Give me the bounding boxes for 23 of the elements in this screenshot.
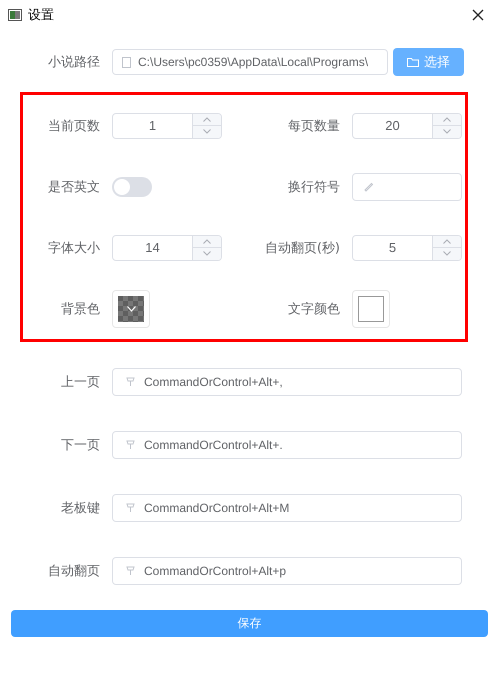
field-label: 上一页: [60, 374, 101, 390]
field-label: 下一页: [60, 436, 101, 454]
shortcut-field[interactable]: CommandOrControl+Alt+p: [112, 556, 462, 584]
field-label: 小说路径: [47, 54, 101, 71]
field-label: 文字颜色: [287, 300, 341, 318]
field-label: 是否英文: [47, 178, 101, 196]
number-field[interactable]: 5: [352, 234, 462, 260]
field-label: 背景色: [60, 300, 101, 318]
field-label: 每页数量: [287, 118, 341, 134]
number-field[interactable]: 20: [352, 112, 462, 138]
shortcut-field[interactable]: CommandOrControl+Alt+M: [112, 494, 462, 522]
number-field[interactable]: 14: [112, 234, 222, 260]
field-label: 字体大小: [47, 240, 101, 256]
field-label: 自动翻页: [47, 562, 101, 580]
field-label: 老板键: [60, 500, 101, 516]
shortcut-field[interactable]: CommandOrControl+Alt+,: [112, 368, 462, 396]
number-field[interactable]: 1: [112, 112, 222, 138]
path-field[interactable]: C:\Users\pc0359\AppData\Local\Programs\: [112, 49, 388, 75]
field-label: 当前页数: [47, 118, 101, 134]
shortcut-field[interactable]: CommandOrControl+Alt+.: [112, 430, 462, 458]
field-label: 换行符号: [287, 178, 341, 196]
field-label: 自动翻页(秒): [264, 240, 341, 256]
window-title: 设置: [28, 7, 55, 24]
